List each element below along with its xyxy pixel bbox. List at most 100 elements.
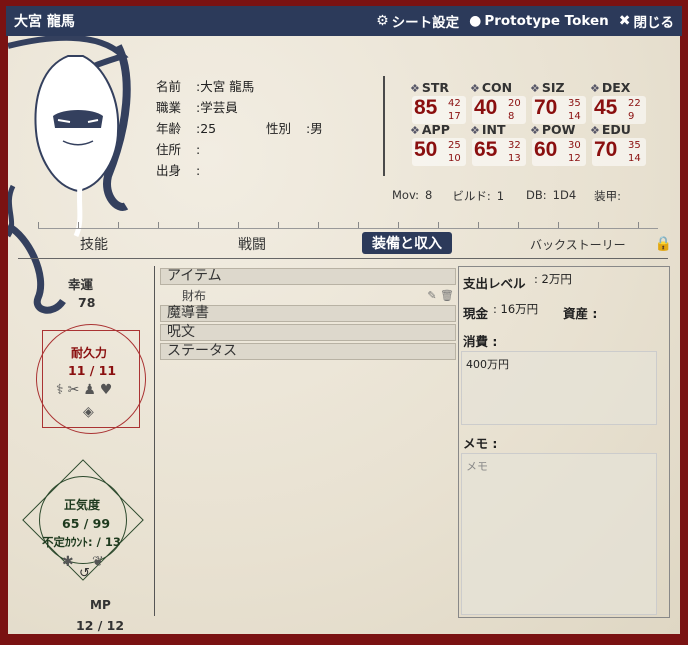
age-value[interactable]: 25 <box>200 118 216 139</box>
column-divider <box>154 266 155 616</box>
mp-value[interactable]: 12 / 12 <box>76 618 124 633</box>
stat-str[interactable]: ❖ STR 85 42 17 <box>410 80 470 124</box>
octopus-icon[interactable]: ❦ <box>92 554 104 570</box>
indef-label: 不定ｶｳﾝﾄ: <box>42 535 93 549</box>
tab-equipment[interactable]: 装備と収入 <box>362 232 452 254</box>
user-circle-icon: ● <box>469 13 482 29</box>
close-button[interactable]: ✖ 閉じる <box>619 11 674 31</box>
stat-fifth: 13 <box>508 153 521 164</box>
stat-app[interactable]: ❖ APP 50 25 10 <box>410 122 470 166</box>
item-row[interactable]: 財布 ✎ 🗑 <box>160 287 456 305</box>
memo-label: メモ : <box>463 436 498 451</box>
injury-icon[interactable]: ⚕ <box>56 382 64 398</box>
unconscious-icon[interactable]: ♟ <box>83 382 96 398</box>
tab-skills[interactable]: 技能 <box>80 234 108 254</box>
title-bar[interactable]: 大宮 龍馬 ⚙ シート設定 ● Prototype Token ✖ 閉じる <box>6 6 682 36</box>
stat-edu[interactable]: ❖ EDU 70 35 14 <box>590 122 650 166</box>
trash-icon[interactable]: 🗑 <box>440 289 454 302</box>
hp-value[interactable]: 11 / 11 <box>68 363 116 378</box>
section-spells[interactable]: 呪文 <box>160 324 456 341</box>
stat-pow[interactable]: ❖ POW 60 30 12 <box>530 122 590 166</box>
stat-fifth: 17 <box>448 111 461 122</box>
gem-icon: ❖ <box>410 124 420 137</box>
sheet-settings-label: シート設定 <box>391 15 460 31</box>
indef-value[interactable]: / 13 <box>97 535 121 549</box>
age-label: 年齢 <box>156 121 182 136</box>
sheet-settings-button[interactable]: ⚙ シート設定 <box>376 11 459 31</box>
spending-value[interactable]: : 2万円 <box>534 271 572 287</box>
stat-half: 22 <box>628 98 641 109</box>
prototype-token-button[interactable]: ● Prototype Token <box>469 13 609 29</box>
stat-half: 20 <box>508 98 521 109</box>
bandage-icon[interactable]: ✂ <box>68 382 80 398</box>
memo-textarea[interactable]: メモ <box>461 453 657 615</box>
gem-icon: ❖ <box>590 82 600 95</box>
item-name: 財布 <box>182 289 207 303</box>
name-label: 名前 <box>156 79 182 94</box>
stat-half: 30 <box>568 140 581 151</box>
stat-half: 25 <box>448 140 461 151</box>
heart-icon[interactable]: ♥ <box>100 382 113 398</box>
stat-fifth: 10 <box>448 153 461 164</box>
dying-icon[interactable]: ◈ <box>83 404 94 420</box>
sheet-window: 大宮 龍馬 ⚙ シート設定 ● Prototype Token ✖ 閉じる 名前… <box>0 0 688 645</box>
lock-icon[interactable]: 🔒 <box>655 236 672 252</box>
stat-value: 70 <box>534 96 558 119</box>
gender-value[interactable]: 男 <box>310 118 323 139</box>
indefinite-count: 不定ｶｳﾝﾄ: / 13 <box>42 534 121 550</box>
close-label: 閉じる <box>633 15 675 31</box>
tab-bar: 技能 戦闘 装備と収入 バックストーリー 🔒 <box>8 232 680 258</box>
armor-label: 装甲: <box>594 189 622 203</box>
stat-fifth: 8 <box>508 111 515 122</box>
hp-status-icons: ⚕ ✂ ♟ ♥ <box>56 382 136 398</box>
tab-backstory[interactable]: バックストーリー <box>530 236 626 253</box>
section-items[interactable]: アイテム <box>160 268 456 285</box>
stat-name: EDU <box>601 122 631 137</box>
stat-half: 35 <box>568 98 581 109</box>
edit-icon[interactable]: ✎ <box>427 289 436 302</box>
cash-value[interactable]: : 16万円 <box>493 301 538 317</box>
job-label: 職業 <box>156 100 182 115</box>
stat-dex[interactable]: ❖ DEX 45 22 9 <box>590 80 650 124</box>
gem-icon: ❖ <box>470 124 480 137</box>
section-grimoires[interactable]: 魔導書 <box>160 305 456 322</box>
stat-half: 42 <box>448 98 461 109</box>
luck-label: 幸運 <box>68 277 94 292</box>
stat-value: 50 <box>414 138 438 161</box>
cash-amount: 16万円 <box>500 302 539 316</box>
luck-value[interactable]: 78 <box>78 295 95 310</box>
consumption-label-text: 消費 <box>463 334 489 349</box>
character-sheet: 名前: 大宮 龍馬 職業: 学芸員 年齢:25 住所: 出身: 性別: 男 ❖ STR … <box>8 36 680 634</box>
stat-fifth: 14 <box>628 153 641 164</box>
name-value[interactable]: 大宮 龍馬 <box>200 76 254 97</box>
mov-label: Mov: <box>392 188 420 202</box>
stat-con[interactable]: ❖ CON 40 20 8 <box>470 80 530 124</box>
gem-icon: ❖ <box>530 124 540 137</box>
stat-name: DEX <box>601 80 631 95</box>
tab-combat[interactable]: 戦闘 <box>238 234 266 254</box>
section-status[interactable]: ステータス <box>160 343 456 360</box>
stat-name: POW <box>541 122 576 137</box>
window-title: 大宮 龍馬 <box>14 14 75 30</box>
consumption-textarea[interactable]: 400万円 <box>461 351 657 425</box>
stat-siz[interactable]: ❖ SIZ 70 35 14 <box>530 80 590 124</box>
assets-label-text: 資産 <box>563 306 589 321</box>
stat-int[interactable]: ❖ INT 65 32 13 <box>470 122 530 166</box>
spending-amount: 2万円 <box>541 272 572 286</box>
hp-label: 耐久力 <box>71 346 108 360</box>
spider-icon[interactable]: ✱ <box>62 554 74 570</box>
prototype-token-label: Prototype Token <box>484 13 609 29</box>
stat-value: 70 <box>594 138 618 161</box>
mov-value: 8 <box>425 188 433 202</box>
close-icon: ✖ <box>618 13 631 29</box>
build-value: 1 <box>496 189 505 203</box>
gem-icon: ❖ <box>530 82 540 95</box>
gem-icon: ❖ <box>410 82 420 95</box>
san-value[interactable]: 65 / 99 <box>62 516 110 531</box>
memo-label-text: メモ <box>463 436 489 451</box>
assets-label: 資産 : <box>563 306 598 321</box>
undo-icon[interactable]: ↺ <box>79 566 90 581</box>
stat-name: CON <box>481 80 513 95</box>
job-value[interactable]: 学芸員 <box>200 97 238 118</box>
stat-name: INT <box>481 122 506 137</box>
